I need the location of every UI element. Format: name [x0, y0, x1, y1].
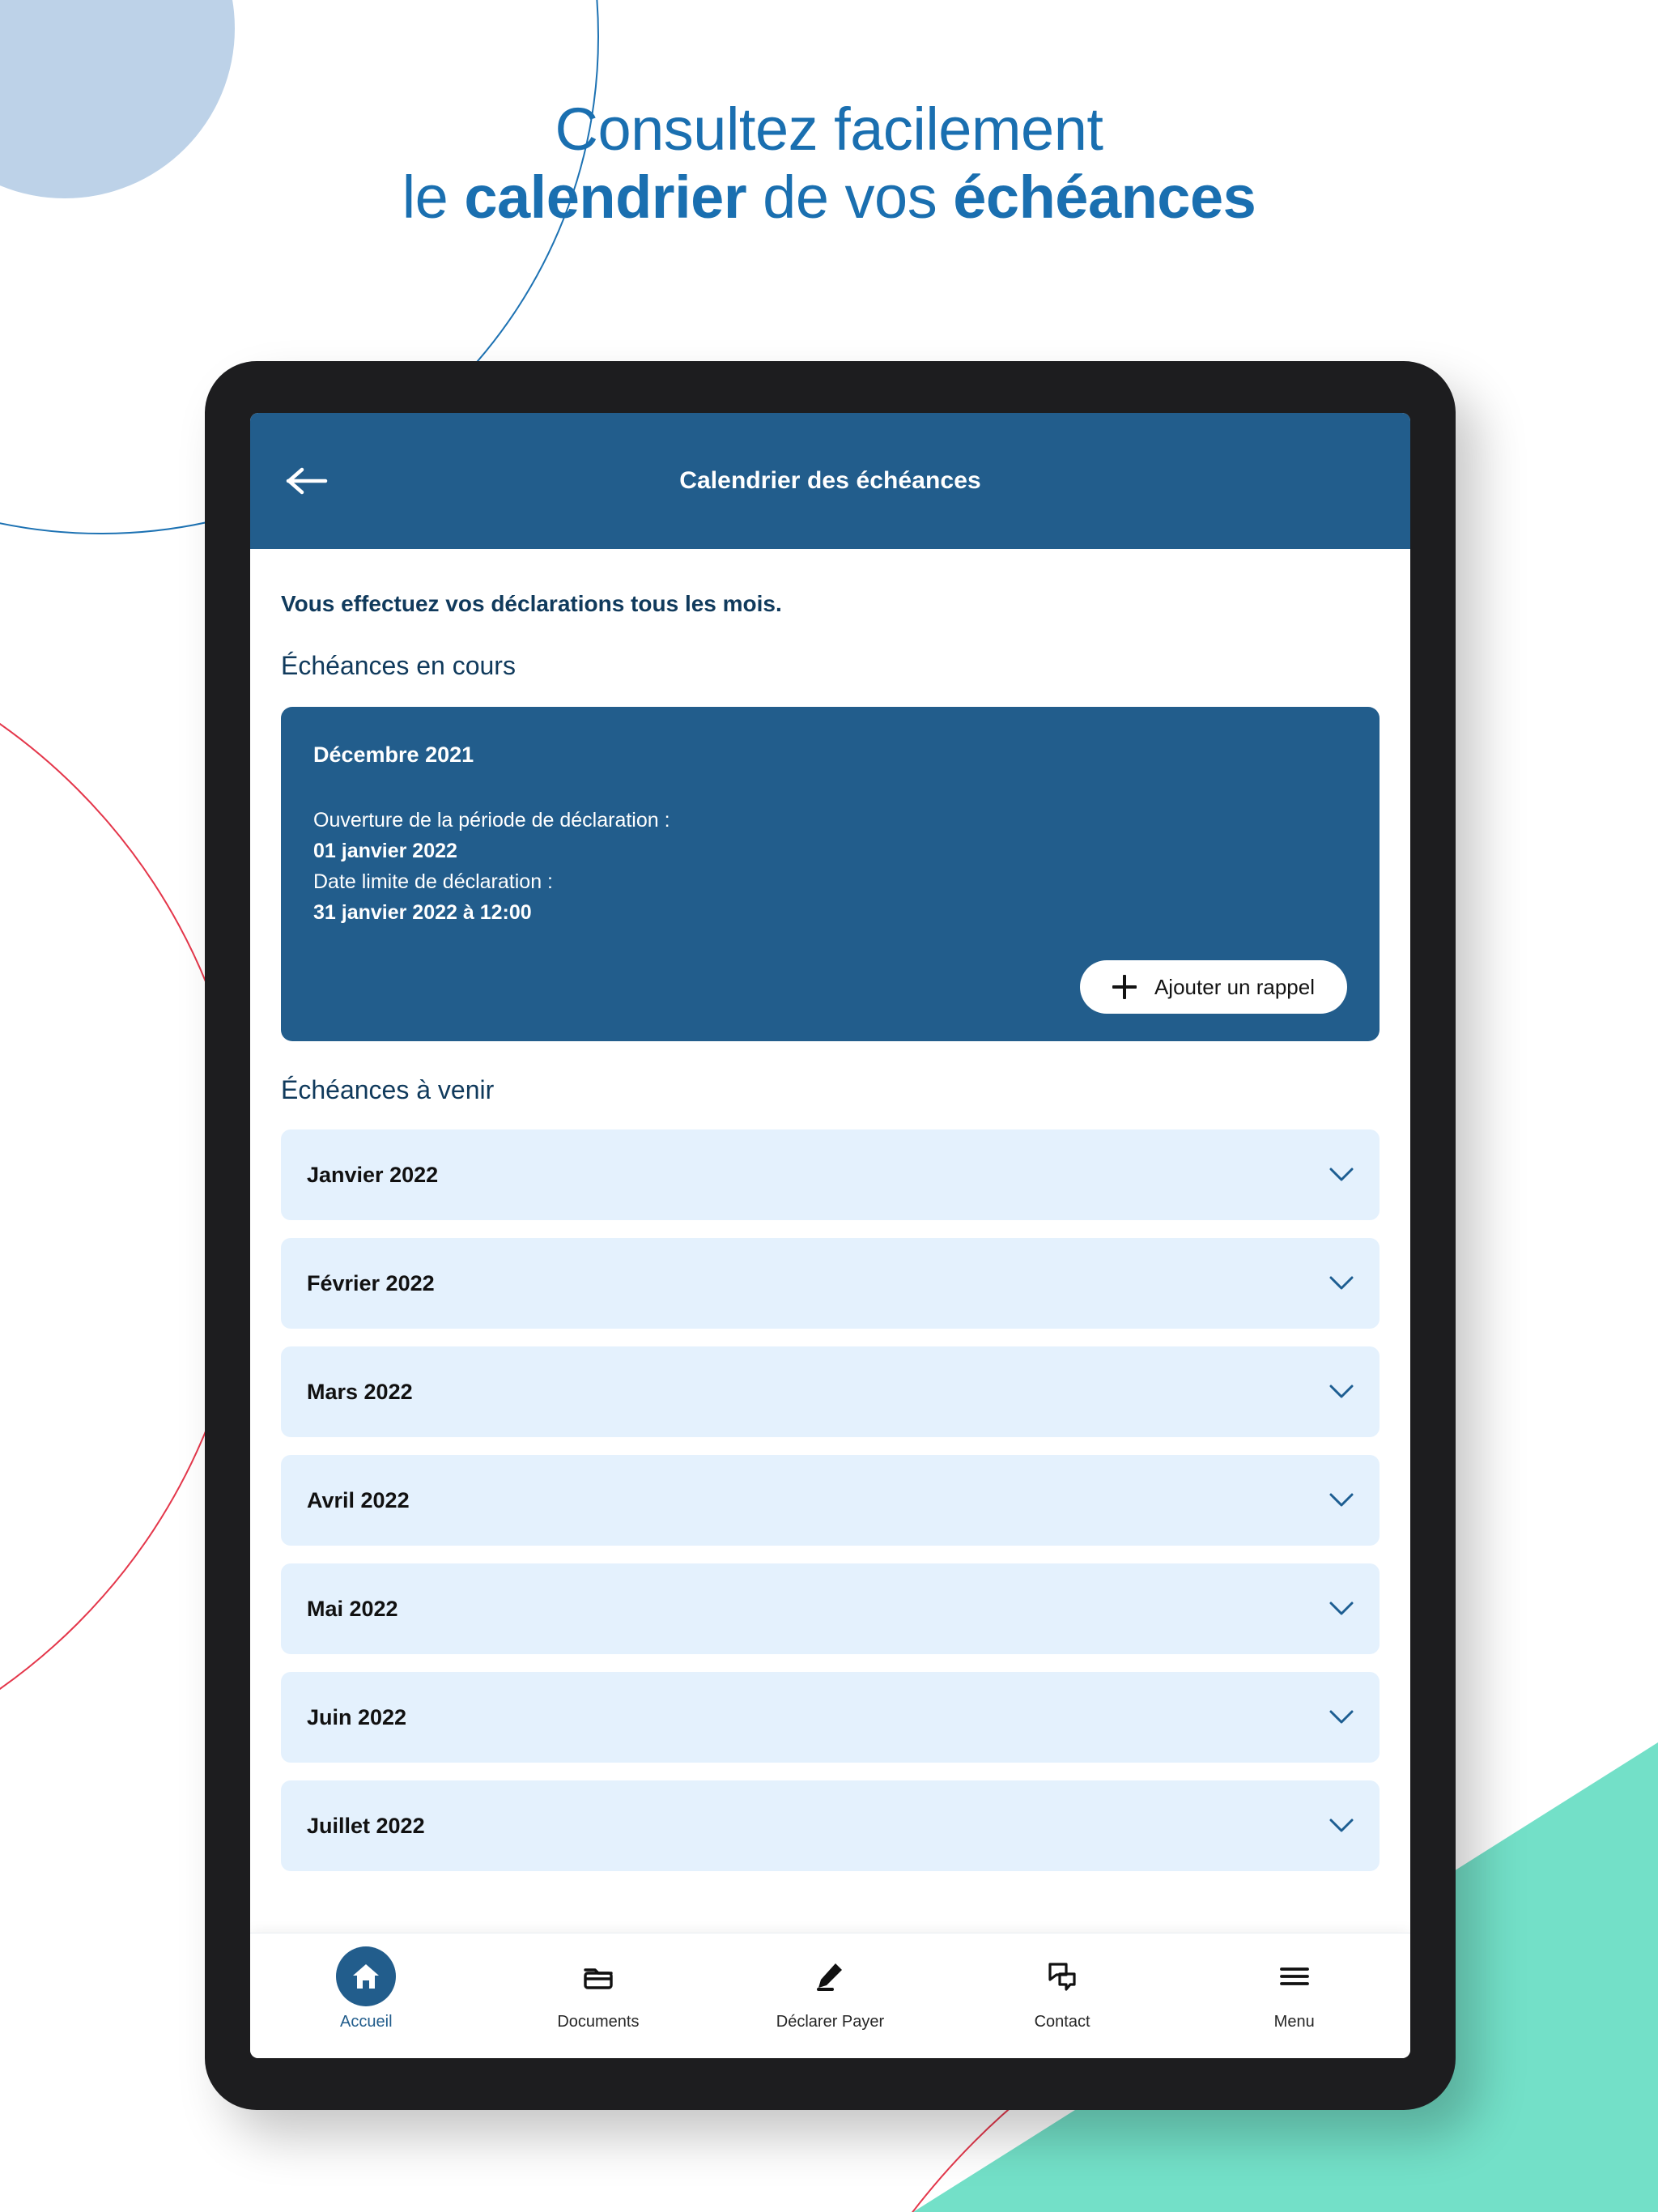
month-label: Janvier 2022 — [307, 1162, 439, 1187]
headline-line-1: Consultez facilement — [555, 96, 1103, 163]
month-row-juin[interactable]: Juin 2022 — [281, 1672, 1380, 1763]
nav-label: Accueil — [340, 2013, 393, 2031]
deadline-limit-value: 31 janvier 2022 à 12:00 — [313, 901, 532, 924]
month-label: Juin 2022 — [307, 1704, 407, 1729]
nav-item-menu[interactable]: Menu — [1178, 1938, 1410, 2031]
month-label: Juillet 2022 — [307, 1813, 425, 1838]
nav-label: Menu — [1273, 2013, 1315, 2031]
chat-bubbles-icon — [1032, 1946, 1092, 2006]
add-reminder-button[interactable]: Ajouter un rappel — [1079, 960, 1347, 1014]
nav-label: Contact — [1034, 2013, 1090, 2031]
chevron-down-icon[interactable] — [1329, 1168, 1354, 1182]
section-title-current: Échéances en cours — [281, 651, 516, 680]
deadline-opening-label: Ouverture de la période de déclaration : — [313, 809, 670, 832]
plus-icon — [1112, 975, 1137, 999]
month-label: Mai 2022 — [307, 1596, 398, 1621]
month-row-juillet[interactable]: Juillet 2022 — [281, 1780, 1380, 1871]
month-row-janvier[interactable]: Janvier 2022 — [281, 1129, 1380, 1220]
home-icon — [336, 1946, 397, 2006]
nav-item-accueil[interactable]: Accueil — [250, 1938, 483, 2031]
chevron-down-icon[interactable] — [1329, 1385, 1354, 1399]
nav-label: Documents — [557, 2013, 640, 2031]
app-content-area: Vous effectuez vos déclarations tous les… — [250, 549, 1410, 1933]
arrow-left-icon[interactable] — [278, 452, 336, 510]
month-row-mars[interactable]: Mars 2022 — [281, 1346, 1380, 1437]
nav-item-documents[interactable]: Documents — [483, 1938, 715, 2031]
deadline-opening-value: 01 janvier 2022 — [313, 840, 457, 862]
headline-bold-echeances: échéances — [953, 163, 1256, 231]
folder-icon — [568, 1946, 628, 2006]
chevron-down-icon[interactable] — [1329, 1493, 1354, 1508]
add-reminder-label: Ajouter un rappel — [1154, 974, 1315, 999]
app-header: Calendrier des échéances — [250, 413, 1410, 549]
headline-bold-calendrier: calendrier — [464, 163, 747, 231]
month-row-avril[interactable]: Avril 2022 — [281, 1455, 1380, 1546]
current-deadline-card: Décembre 2021 Ouverture de la période de… — [281, 707, 1380, 1041]
section-title-upcoming: Échéances à venir — [281, 1075, 495, 1104]
month-label: Mars 2022 — [307, 1379, 413, 1404]
chevron-down-icon[interactable] — [1329, 1819, 1354, 1833]
month-row-fevrier[interactable]: Février 2022 — [281, 1238, 1380, 1329]
chevron-down-icon[interactable] — [1329, 1276, 1354, 1291]
nav-item-contact[interactable]: Contact — [946, 1938, 1179, 2031]
pencil-icon — [800, 1946, 860, 2006]
intro-text: Vous effectuez vos déclarations tous les… — [281, 591, 782, 616]
nav-label: Déclarer Payer — [776, 2013, 885, 2031]
deadline-limit-label: Date limite de déclaration : — [313, 870, 553, 893]
headline-line-2-pre: le — [402, 163, 465, 231]
app-header-title: Calendrier des échéances — [679, 467, 981, 494]
month-row-mai[interactable]: Mai 2022 — [281, 1563, 1380, 1654]
chevron-down-icon[interactable] — [1329, 1602, 1354, 1616]
hamburger-menu-icon — [1265, 1946, 1324, 2006]
deadline-card-month: Décembre 2021 — [313, 742, 474, 767]
bottom-navigation-bar: Accueil Documents Déclarer Payer Contact… — [250, 1933, 1410, 2058]
card-actions: Ajouter un rappel — [313, 960, 1347, 1014]
tablet-device-frame: Calendrier des échéances Vous effectuez … — [205, 361, 1456, 2110]
upcoming-months-list: Janvier 2022 Février 2022 Mars 2022 Avri… — [281, 1129, 1380, 1871]
nav-item-declarer-payer[interactable]: Déclarer Payer — [714, 1938, 946, 2031]
headline-line-2-mid: de vos — [746, 163, 954, 231]
headline-line-2: le calendrier de vos échéances — [0, 164, 1658, 232]
chevron-down-icon[interactable] — [1329, 1710, 1354, 1725]
month-label: Avril 2022 — [307, 1487, 410, 1512]
tablet-screen: Calendrier des échéances Vous effectuez … — [250, 413, 1410, 2058]
page-title: Consultez facilement le calendrier de vo… — [0, 96, 1658, 231]
month-label: Février 2022 — [307, 1270, 435, 1295]
